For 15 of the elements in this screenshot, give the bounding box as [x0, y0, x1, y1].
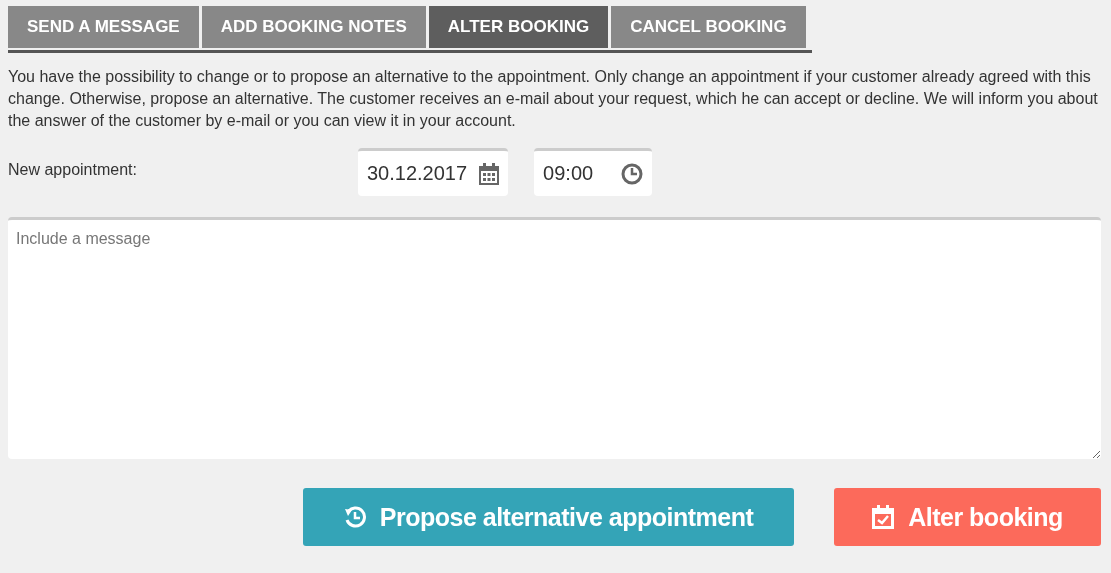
alter-button[interactable]: Alter booking — [834, 488, 1101, 546]
tab[interactable]: CANCEL BOOKING — [611, 6, 806, 48]
tab[interactable]: ALTER BOOKING — [428, 6, 609, 48]
time-field[interactable]: 09:00 — [534, 148, 653, 196]
field-label: New appointment: — [8, 161, 138, 179]
calendar-check-icon — [872, 505, 895, 529]
propose-button[interactable]: Propose alternative appointment — [303, 488, 794, 546]
tab[interactable]: SEND A MESSAGE — [8, 6, 199, 48]
description-text: You have the possibility to change or to propose an alternative to the appointment. Only change an appointment if your customer already agreed with this change. Otherwise, propose an alternative. The customer receives an e-mail about your request, which he can accept or decline. We will inform you about the answer of the customer by e-mail or you can view it in your account. — [8, 67, 1099, 131]
clock-icon — [621, 162, 644, 185]
history-icon — [343, 506, 366, 528]
tab[interactable]: ADD BOOKING NOTES — [201, 6, 426, 48]
calendar-icon — [479, 162, 500, 185]
message-field[interactable]: Include a message — [8, 217, 1101, 459]
date-field[interactable]: 30.12.2017 — [358, 148, 509, 196]
